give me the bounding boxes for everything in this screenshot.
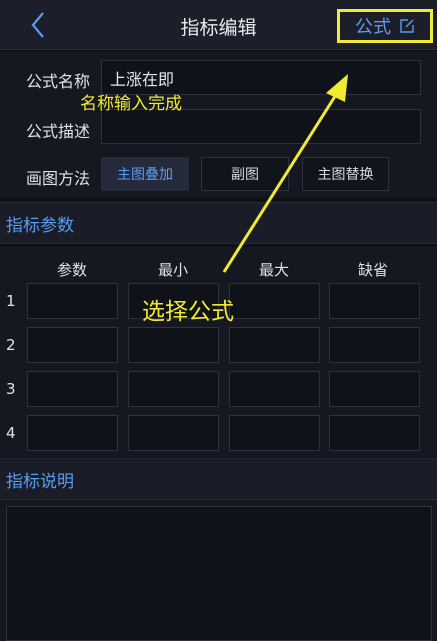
description-section-header: 指标说明 bbox=[0, 458, 437, 500]
annotation-name-done: 名称输入完成 bbox=[80, 94, 182, 114]
description-textarea[interactable] bbox=[6, 506, 432, 641]
param-name-input[interactable] bbox=[27, 327, 118, 363]
formula-desc-input[interactable] bbox=[101, 109, 421, 144]
param-max-input[interactable] bbox=[229, 415, 320, 451]
formula-desc-label: 公式描述 bbox=[26, 122, 91, 141]
nav-bar: 指标编辑 公式 bbox=[0, 0, 437, 50]
param-min-input[interactable] bbox=[128, 371, 219, 407]
param-name-input[interactable] bbox=[27, 415, 118, 451]
draw-option-main-replace[interactable]: 主图替换 bbox=[302, 157, 389, 191]
param-default-input[interactable] bbox=[329, 415, 420, 451]
param-name-input[interactable] bbox=[27, 283, 118, 319]
params-section-header: 指标参数 bbox=[0, 202, 437, 244]
formula-button-label: 公式 bbox=[355, 17, 391, 38]
draw-option-main-overlay[interactable]: 主图叠加 bbox=[101, 157, 189, 191]
param-max-input[interactable] bbox=[229, 283, 320, 319]
param-max-input[interactable] bbox=[229, 371, 320, 407]
param-min-input[interactable] bbox=[128, 415, 219, 451]
param-default-input[interactable] bbox=[329, 283, 420, 319]
column-header-min: 最小 bbox=[157, 261, 188, 279]
column-header-max: 最大 bbox=[258, 261, 289, 279]
param-max-input[interactable] bbox=[229, 327, 320, 363]
param-default-input[interactable] bbox=[329, 371, 420, 407]
formula-button[interactable]: 公式 bbox=[337, 9, 433, 43]
column-header-default: 缺省 bbox=[357, 261, 388, 279]
draw-option-sub-chart[interactable]: 副图 bbox=[201, 157, 289, 191]
edit-icon bbox=[399, 18, 415, 34]
draw-method-label: 画图方法 bbox=[26, 169, 91, 188]
annotation-choose-formula: 选择公式 bbox=[142, 299, 234, 325]
param-default-input[interactable] bbox=[329, 327, 420, 363]
row-index: 2 bbox=[6, 336, 16, 354]
row-index: 1 bbox=[6, 292, 16, 310]
row-index: 4 bbox=[6, 424, 16, 442]
param-min-input[interactable] bbox=[128, 327, 219, 363]
param-name-input[interactable] bbox=[27, 371, 118, 407]
row-index: 3 bbox=[6, 380, 16, 398]
formula-name-value: 上涨在即 bbox=[110, 69, 175, 89]
description-section-title: 指标说明 bbox=[6, 471, 74, 492]
params-section-title: 指标参数 bbox=[6, 215, 74, 236]
column-header-param: 参数 bbox=[56, 261, 87, 279]
